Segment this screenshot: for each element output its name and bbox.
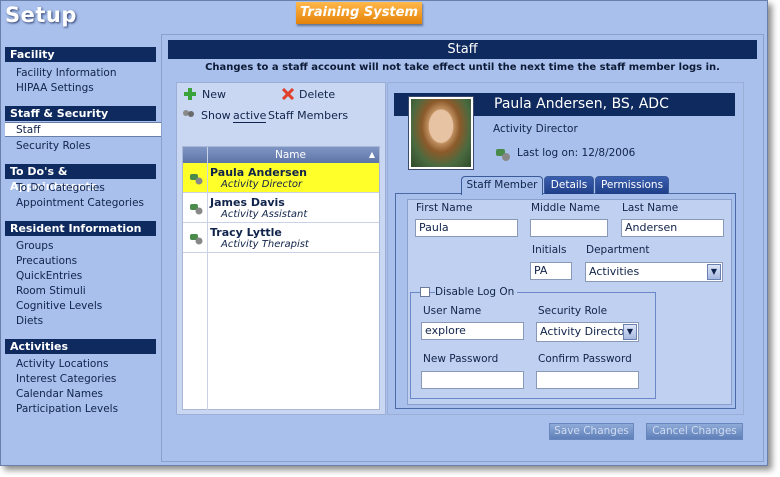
- staff-name: James Davis: [210, 196, 285, 209]
- plus-icon: [184, 88, 196, 100]
- sidebar-item-quickentries[interactable]: QuickEntries: [16, 270, 82, 283]
- show-filter-dropdown[interactable]: active: [233, 109, 267, 123]
- staff-role: Activity Assistant: [221, 209, 308, 220]
- disable-logon-label: Disable Log On: [435, 286, 518, 298]
- sidebar-item-todo-categories[interactable]: To Do Categories: [16, 182, 105, 195]
- training-system-badge: Training System: [296, 2, 422, 24]
- cancel-changes-button[interactable]: Cancel Changes: [646, 423, 743, 440]
- username-field[interactable]: explore: [421, 322, 524, 340]
- sidebar-section-staff-security: Staff & Security: [5, 106, 156, 121]
- tab-staff-member[interactable]: Staff Member: [461, 176, 543, 195]
- people-icon: [183, 110, 194, 117]
- staff-role: Activity Therapist: [221, 239, 309, 250]
- staff-title: Activity Director: [493, 123, 578, 135]
- staff-table: Name ▲ Paula Andersen Activity Director …: [182, 146, 380, 411]
- new-button[interactable]: New: [184, 88, 244, 102]
- table-row[interactable]: Paula Andersen Activity Director: [183, 163, 379, 193]
- security-role-label: Security Role: [538, 305, 608, 317]
- sidebar-item-hipaa-settings[interactable]: HIPAA Settings: [16, 82, 94, 95]
- sidebar-item-room-stimuli[interactable]: Room Stimuli: [16, 285, 86, 298]
- security-role-select[interactable]: Activity Director ▼: [536, 322, 639, 342]
- department-value: Activities: [589, 265, 640, 278]
- show-filter: Show active Staff Members: [182, 109, 362, 123]
- initials-field[interactable]: PA: [530, 262, 572, 280]
- department-label: Department: [586, 244, 650, 256]
- sidebar-section-resident: Resident Information: [5, 221, 156, 236]
- sidebar-item-interest-categories[interactable]: Interest Categories: [16, 373, 116, 386]
- sidebar-item-appointment-categories[interactable]: Appointment Categories: [16, 197, 144, 210]
- page-title: Staff: [168, 40, 757, 59]
- last-name-field[interactable]: Andersen: [621, 219, 724, 237]
- sort-arrow-icon[interactable]: ▲: [369, 147, 375, 163]
- sidebar-item-staff[interactable]: Staff: [16, 124, 40, 137]
- staff-role: Activity Director: [221, 179, 303, 190]
- column-divider: [207, 147, 208, 411]
- security-role-value: Activity Director: [540, 325, 629, 338]
- staff-icon: [190, 234, 203, 245]
- last-name-label: Last Name: [622, 202, 679, 214]
- sidebar-item-precautions[interactable]: Precautions: [16, 255, 77, 268]
- last-logon: Last log on: 12/8/2006: [517, 147, 636, 159]
- show-label: Show: [201, 109, 231, 122]
- logon-icon: [496, 149, 510, 161]
- show-suffix: Staff Members: [268, 109, 349, 122]
- chevron-down-icon[interactable]: ▼: [707, 264, 721, 280]
- staff-photo: [408, 96, 474, 170]
- confirm-password-label: Confirm Password: [538, 353, 632, 365]
- sidebar-section-todos: To Do's & Appointments: [5, 164, 156, 193]
- delete-x-icon: [282, 88, 294, 100]
- staff-name: Tracy Lyttle: [210, 226, 282, 239]
- confirm-password-field[interactable]: [536, 371, 639, 389]
- middle-name-field[interactable]: [530, 219, 608, 237]
- table-row[interactable]: James Davis Activity Assistant: [183, 193, 379, 223]
- table-row[interactable]: Tracy Lyttle Activity Therapist: [183, 223, 379, 253]
- disable-logon-checkbox[interactable]: [420, 287, 430, 297]
- initials-label: Initials: [532, 244, 567, 256]
- sidebar-item-activity-locations[interactable]: Activity Locations: [16, 358, 109, 371]
- first-name-label: First Name: [416, 202, 473, 214]
- table-header: Name ▲: [183, 147, 379, 163]
- column-header-name[interactable]: Name: [275, 147, 306, 163]
- sidebar-section-facility: Facility: [5, 47, 156, 62]
- new-password-label: New Password: [423, 353, 499, 365]
- sidebar-item-calendar-names[interactable]: Calendar Names: [16, 388, 103, 401]
- sidebar-section-activities: Activities: [5, 339, 156, 354]
- middle-name-label: Middle Name: [531, 202, 600, 214]
- staff-icon: [190, 174, 203, 185]
- sidebar-item-groups[interactable]: Groups: [16, 240, 53, 253]
- sidebar-item-facility-information[interactable]: Facility Information: [16, 67, 116, 80]
- staff-icon: [190, 204, 203, 215]
- tab-permissions[interactable]: Permissions: [595, 176, 669, 194]
- save-changes-button[interactable]: Save Changes: [549, 423, 634, 440]
- staff-name: Paula Andersen: [210, 166, 307, 179]
- department-select[interactable]: Activities ▼: [585, 262, 723, 282]
- username-label: User Name: [423, 305, 482, 317]
- new-password-field[interactable]: [421, 371, 524, 389]
- delete-button[interactable]: Delete: [282, 88, 342, 102]
- delete-label: Delete: [299, 88, 336, 101]
- new-label: New: [202, 88, 226, 101]
- chevron-down-icon[interactable]: ▼: [623, 324, 637, 340]
- sidebar-item-cognitive-levels[interactable]: Cognitive Levels: [16, 300, 102, 313]
- sidebar-item-diets[interactable]: Diets: [16, 315, 43, 328]
- sidebar-item-security-roles[interactable]: Security Roles: [16, 140, 91, 153]
- sidebar-item-participation-levels[interactable]: Participation Levels: [16, 403, 118, 416]
- tab-details[interactable]: Details: [544, 176, 594, 194]
- app-title: Setup: [5, 3, 77, 27]
- notice-text: Changes to a staff account will not take…: [205, 62, 720, 73]
- first-name-field[interactable]: Paula: [415, 219, 518, 237]
